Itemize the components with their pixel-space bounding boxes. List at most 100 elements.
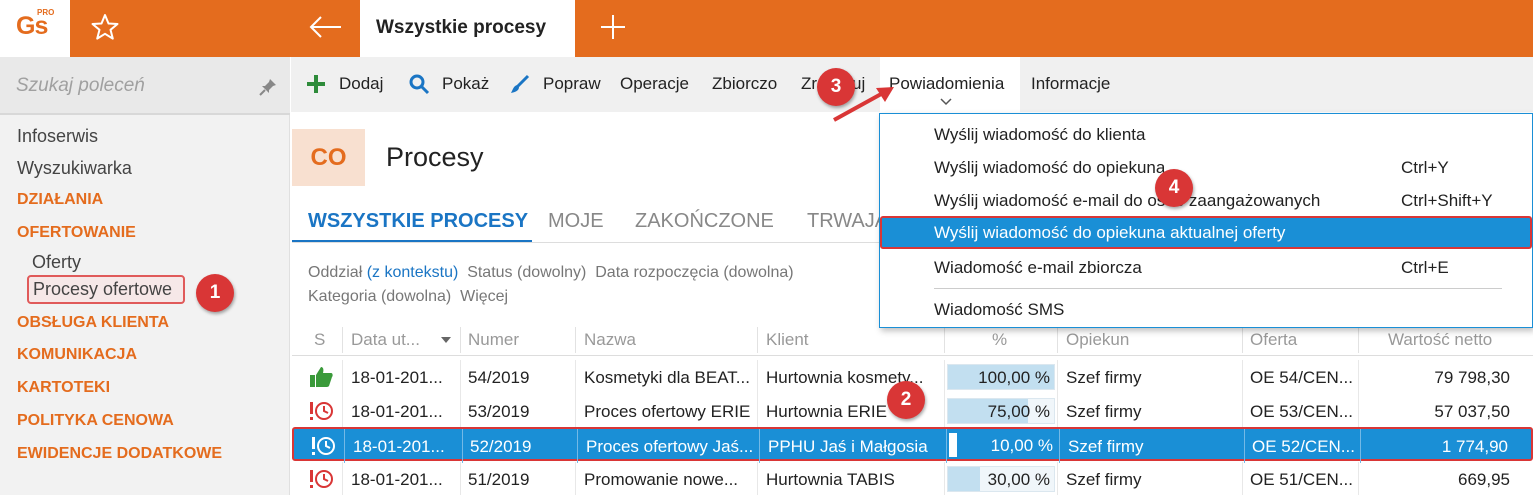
sidebar-item-oferty[interactable]: Oferty (32, 252, 81, 273)
sidebar-item-wyszukiwarka[interactable]: Wyszukiwarka (17, 158, 132, 179)
cell-separator (1057, 360, 1058, 394)
col-owner[interactable]: Opiekun (1066, 330, 1129, 350)
menu-item-label: Wyślij wiadomość do opiekuna aktualnej o… (934, 223, 1286, 242)
filter-branch-context[interactable]: (z kontekstu) (367, 264, 459, 281)
cell-date: 18-01-201... (351, 368, 443, 387)
sidebar-item-label: Procesy ofertowe (33, 279, 173, 299)
cell-separator (460, 360, 461, 394)
app-logo: Gs PRO (0, 0, 70, 57)
search-icon (409, 74, 430, 95)
menu-separator (934, 288, 1502, 289)
table-row[interactable]: 18-01-201... 51/2019 Promowanie nowe... Hur… (292, 462, 1533, 495)
sidebar-cat-komunikacja[interactable]: KOMUNIKACJA (17, 346, 137, 364)
menu-item-label: Wiadomość SMS (934, 300, 1065, 319)
show-button[interactable]: Pokaż (442, 74, 489, 94)
tab-finished[interactable]: ZAKOŃCZONE (635, 200, 774, 243)
edit-button[interactable]: Popraw (543, 74, 601, 94)
cell-client: Hurtownia TABIS (766, 470, 895, 489)
cell-number: 51/2019 (468, 470, 530, 489)
cell-separator (344, 429, 345, 463)
bulk-button[interactable]: Zbiorczo (712, 74, 777, 94)
table-row[interactable]: 18-01-201... 52/2019 Proces ofertowy Jaś..… (292, 427, 1533, 463)
progress-bar: 10,00 % (949, 433, 1057, 459)
sort-desc-icon[interactable] (440, 336, 452, 344)
cell-separator (342, 394, 343, 428)
sidebar-cat-ofertowanie[interactable]: OFERTOWANIE (17, 224, 136, 242)
cell-separator (1360, 429, 1361, 463)
cell-owner: Szef firmy (1066, 368, 1142, 387)
sidebar-cat-kartoteki[interactable]: KARTOTEKI (17, 379, 110, 397)
cell-percent: 75,00 % (987, 402, 1050, 421)
col-name[interactable]: Nazwa (584, 330, 636, 350)
cell-percent: 100,00 % (978, 368, 1050, 387)
menu-item-shortcut: Ctrl+Shift+Y (1401, 191, 1493, 210)
list-tabs: WSZYSTKIE PROCESY MOJE ZAKOŃCZONE TRWAJĄ (292, 200, 892, 243)
cell-name: Promowanie nowe... (584, 470, 739, 489)
cell-owner: Szef firmy (1068, 437, 1144, 456)
sidebar-item-procesy-ofertowe[interactable]: Procesy ofertowe (27, 275, 185, 304)
cell-date: 18-01-201... (353, 437, 445, 456)
search-input[interactable] (16, 72, 236, 100)
filter-start-date[interactable]: Data rozpoczęcia (dowolna) (595, 264, 793, 281)
tab-all-processes[interactable]: Wszystkie procesy (360, 0, 575, 57)
menu-item-send-to-owner[interactable]: Wyślij wiadomość do opiekuna Ctrl+Y (880, 151, 1532, 184)
favorite-star-icon[interactable] (90, 12, 120, 42)
menu-item-bulk-email[interactable]: Wiadomość e-mail zbiorcza Ctrl+E (880, 251, 1532, 284)
menu-item-shortcut: Ctrl+Y (1401, 158, 1449, 177)
col-separator (1057, 327, 1058, 353)
thumbs-up-icon (310, 367, 333, 387)
menu-item-label: Wyślij wiadomość do opiekuna (934, 158, 1166, 177)
operations-button[interactable]: Operacje (620, 74, 689, 94)
toolbar: Dodaj Pokaż Popraw Operacje Zbiorczo Zre… (291, 57, 1533, 112)
cell-separator (1242, 360, 1243, 394)
col-net-value[interactable]: Wartość netto (1388, 330, 1492, 350)
filter-category[interactable]: Kategoria (dowolna) (308, 288, 451, 305)
col-status[interactable]: S (314, 330, 325, 350)
command-search (0, 57, 290, 115)
cell-separator (577, 429, 578, 463)
sidebar-cat-polityka-cenowa[interactable]: POLITYKA CENOWA (17, 412, 174, 430)
cell-separator (342, 360, 343, 394)
progress-bar: 100,00 % (947, 364, 1055, 390)
col-date[interactable]: Data ut... (351, 330, 420, 350)
cell-name: Proces ofertowy ERIE (584, 402, 751, 421)
new-tab-plus-icon[interactable] (598, 12, 628, 42)
tab-all[interactable]: WSZYSTKIE PROCESY (292, 200, 532, 243)
progress-fill (949, 433, 957, 457)
col-offer[interactable]: Oferta (1250, 330, 1297, 350)
sidebar-cat-dzialania[interactable]: DZIAŁANIA (17, 191, 103, 209)
cell-separator (1358, 360, 1359, 394)
cell-separator (460, 394, 461, 428)
cell-separator (575, 462, 576, 495)
tab-ongoing[interactable]: TRWAJĄ (807, 200, 888, 243)
col-separator (342, 327, 343, 353)
filter-more[interactable]: Więcej (460, 288, 508, 305)
add-button[interactable]: Dodaj (339, 74, 383, 94)
col-percent[interactable]: % (992, 330, 1007, 350)
menu-item-send-to-offer-owner[interactable]: Wyślij wiadomość do opiekuna aktualnej o… (880, 216, 1532, 249)
menu-item-label: Wyślij wiadomość e-mail do osób zaangażo… (934, 191, 1321, 210)
cell-separator (944, 360, 945, 394)
info-button[interactable]: Informacje (1031, 74, 1110, 94)
col-separator (460, 327, 461, 353)
menu-item-email-involved[interactable]: Wyślij wiadomość e-mail do osób zaangażo… (880, 184, 1532, 217)
tab-mine[interactable]: MOJE (548, 200, 604, 243)
top-bar: Gs PRO Wszystkie procesy (0, 0, 1533, 57)
col-client[interactable]: Klient (766, 330, 809, 350)
filter-status[interactable]: Status (dowolny) (467, 264, 586, 281)
pin-icon[interactable] (258, 77, 278, 97)
col-number[interactable]: Numer (468, 330, 519, 350)
cell-separator (342, 462, 343, 495)
back-arrow-icon[interactable] (305, 12, 345, 42)
brush-icon (511, 74, 530, 93)
cell-separator (757, 462, 758, 495)
filter-branch[interactable]: Oddział (308, 264, 362, 281)
alert-clock-icon (312, 437, 335, 455)
cell-separator (757, 394, 758, 428)
menu-item-send-to-client[interactable]: Wyślij wiadomość do klienta (880, 118, 1532, 151)
menu-item-sms[interactable]: Wiadomość SMS (880, 293, 1532, 326)
sidebar-cat-ewidencje-dodatkowe[interactable]: EWIDENCJE DODATKOWE (17, 445, 222, 463)
tab-title: Wszystkie procesy (376, 17, 547, 38)
sidebar-item-infoserwis[interactable]: Infoserwis (17, 126, 98, 147)
sidebar-cat-obsluga-klienta[interactable]: OBSŁUGA KLIENTA (17, 314, 169, 332)
